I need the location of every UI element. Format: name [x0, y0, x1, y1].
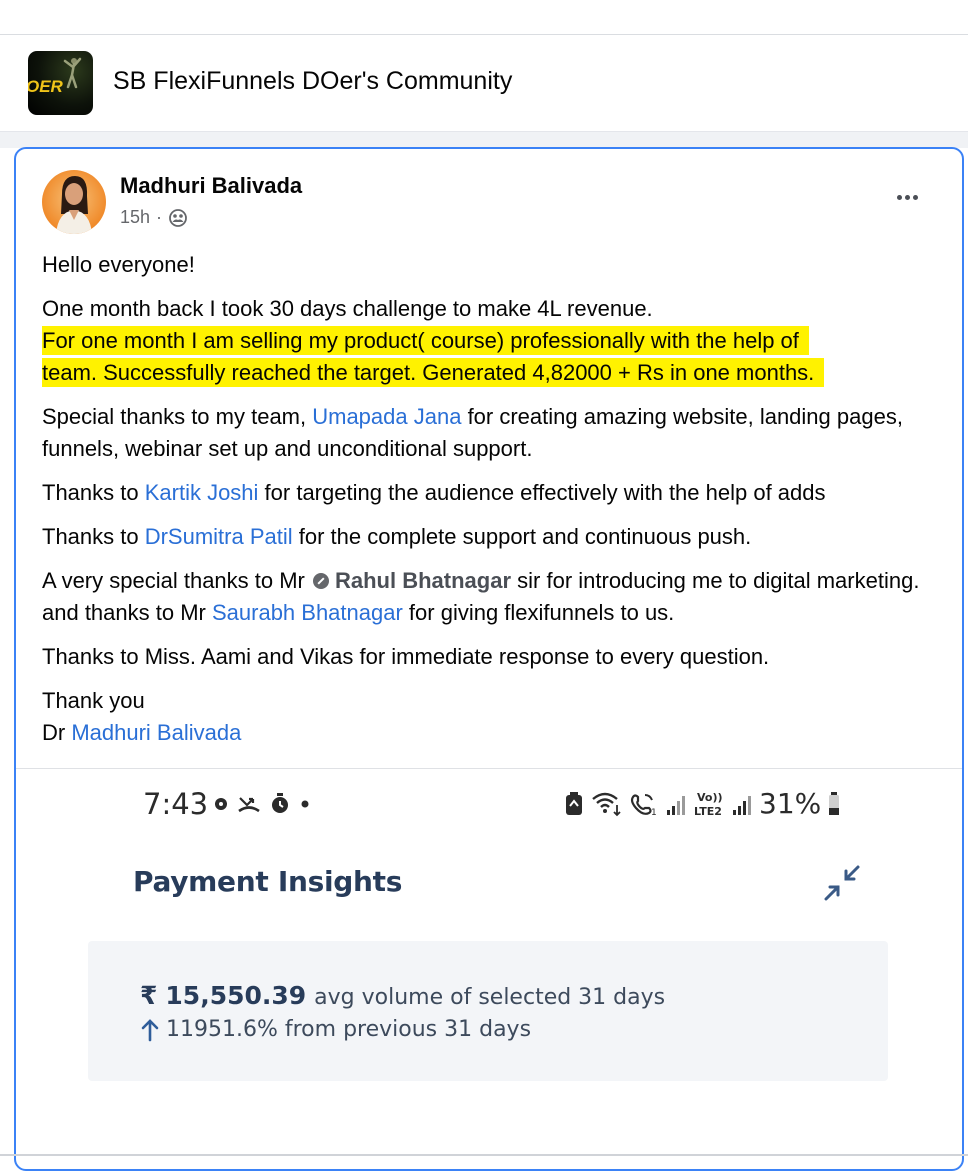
avg-volume-description: avg volume of selected 31 days [314, 985, 666, 1010]
post-highlight: For one month I am selling my product( c… [42, 325, 942, 389]
change-percentage: 11951.6% from previous 31 days [166, 1017, 532, 1042]
thanks2-pre: Thanks to [42, 480, 145, 505]
mention-madhuri-balivada[interactable]: Madhuri Balivada [71, 720, 241, 745]
post-meta: 15h · [120, 207, 188, 228]
mention-rahul-bhatnagar[interactable]: Rahul Bhatnagar [335, 568, 511, 593]
avg-volume-line: ₹ 15,550.39 avg volume of selected 31 da… [140, 981, 665, 1010]
mention-saurabh-bhatnagar[interactable]: Saurabh Bhatnagar [212, 600, 403, 625]
payment-insights-title: Payment Insights [133, 865, 403, 898]
missed-call-icon [238, 797, 260, 813]
signal-strength-icon [667, 795, 685, 815]
collapse-arrows-icon[interactable] [822, 863, 862, 903]
thanks4-pre: A very special thanks to Mr [42, 568, 311, 593]
svg-text:1: 1 [651, 808, 657, 817]
group-logo[interactable]: OER [28, 51, 93, 115]
battery-percentage: 31% [759, 787, 822, 820]
logo-text: OER [28, 77, 63, 96]
volte-lte2-icon: Vo))LTE2 [694, 791, 723, 818]
more-dot [904, 194, 910, 200]
sign-prefix: Dr [42, 720, 72, 745]
post-thanks-sumitra: Thanks to DrSumitra Patil for the comple… [42, 521, 942, 553]
currency-symbol: ₹ [140, 981, 158, 1010]
mention-drsumitra-patil[interactable]: DrSumitra Patil [145, 524, 293, 549]
thanks3-pre: Thanks to [42, 524, 145, 549]
highlight-line-1: For one month I am selling my product( c… [42, 326, 809, 355]
phone-status-bar: 7:43 1 Vo)) LTE2 31% [143, 787, 843, 821]
arrow-up-icon [141, 1018, 159, 1041]
more-dot [912, 194, 918, 200]
change-line: 11951.6% from previous 31 days [140, 1017, 531, 1042]
svg-text:Vo)): Vo)) [697, 791, 723, 804]
signal-strength-2-icon [733, 795, 751, 815]
top-strip [0, 0, 968, 35]
thanks3-post: for the complete support and continuous … [292, 524, 752, 549]
mention-kartik-joshi[interactable]: Kartik Joshi [145, 480, 259, 505]
more-options-icon[interactable] [890, 185, 924, 209]
more-notifications-dot-icon [301, 800, 309, 808]
group-header[interactable]: OER SB FlexiFunnels DOer's Community [0, 35, 968, 132]
author-name[interactable]: Madhuri Balivada [120, 173, 302, 199]
wifi-calling-icon: 1 [630, 793, 657, 817]
media-divider [16, 768, 962, 769]
meta-separator: · [156, 207, 163, 227]
group-members-icon [169, 208, 187, 227]
post-greeting: Hello everyone! [42, 252, 195, 277]
payment-insights-card: ₹ 15,550.39 avg volume of selected 31 da… [88, 941, 888, 1081]
avatar-person-icon [56, 176, 92, 234]
battery-icon [829, 791, 840, 815]
post-time[interactable]: 15h [120, 207, 150, 228]
post-body: Hello everyone! One month back I took 30… [42, 249, 942, 749]
phone-time: 7:43 [143, 787, 209, 821]
highlight-line-2: team. Successfully reached the target. G… [42, 358, 825, 387]
post-thanks-aami-vikas: Thanks to Miss. Aami and Vikas for immed… [42, 644, 770, 669]
status-left-icons [213, 793, 311, 815]
avg-volume-amount: 15,550.39 [165, 981, 307, 1010]
post-signoff: Thank you Dr Madhuri Balivada [42, 685, 942, 749]
post-thanks-rahul: A very special thanks to Mr Rahul Bhatna… [42, 565, 942, 629]
status-right-icons: 1 Vo)) LTE2 31% [563, 787, 841, 820]
feed-background [0, 132, 968, 148]
thanks2-post: for targeting the audience effectively w… [258, 480, 826, 505]
logo-figure-icon [63, 57, 82, 89]
post-thanks-kartik: Thanks to Kartik Joshi for targeting the… [42, 477, 942, 509]
wifi-icon [592, 792, 621, 816]
svg-text:LTE2: LTE2 [694, 805, 722, 818]
mention-umapada-jana[interactable]: Umapada Jana [312, 404, 461, 429]
verified-badge-icon [313, 573, 329, 589]
post-thanks-team: Special thanks to my team, Umapada Jana … [42, 401, 942, 465]
notification-dot-icon [215, 798, 227, 810]
thanks4-post: for giving flexifunnels to us. [402, 600, 675, 625]
alarm-icon [272, 793, 288, 813]
post-intro: One month back I took 30 days challenge … [42, 296, 653, 321]
post-card: Madhuri Balivada 15h · Hello everyone! O… [14, 147, 964, 1171]
author-avatar[interactable] [42, 170, 106, 234]
group-name[interactable]: SB FlexiFunnels DOer's Community [113, 67, 512, 96]
battery-saver-icon [566, 791, 582, 815]
more-dot [896, 194, 902, 200]
signoff-text: Thank you [42, 688, 145, 713]
thanks-team-pre: Special thanks to my team, [42, 404, 313, 429]
